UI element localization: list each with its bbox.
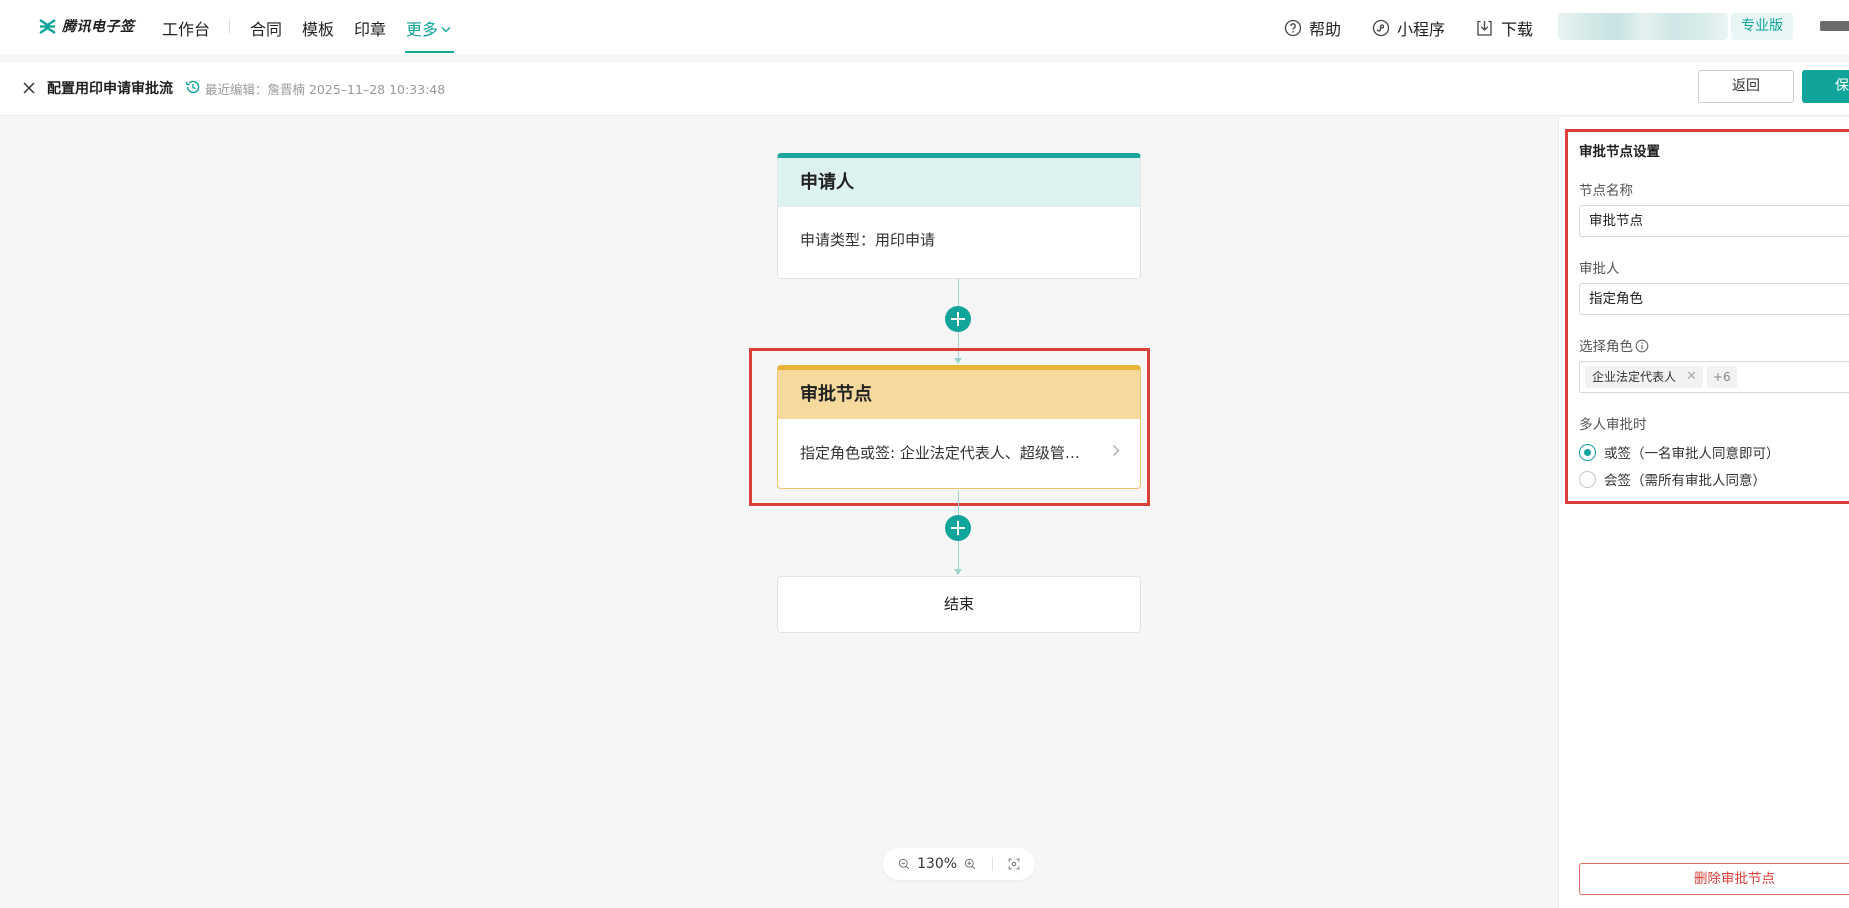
nav-active-indicator bbox=[405, 51, 454, 53]
approval-node-title: 审批节点 bbox=[778, 370, 1140, 419]
nav-more[interactable]: 更多 bbox=[406, 16, 451, 40]
approval-node-body: 指定角色或签: 企业法定代表人、超级管理员 bbox=[778, 419, 1140, 488]
page-header: 配置用印申请审批流 最近编辑：詹晋楠 2025–11–28 10:33:48 返… bbox=[0, 62, 1849, 116]
radio-checked-icon[interactable] bbox=[1579, 443, 1596, 461]
last-edit-info: 最近编辑：詹晋楠 2025–11–28 10:33:48 bbox=[205, 82, 446, 97]
page-title: 配置用印申请审批流 bbox=[47, 81, 173, 97]
close-icon[interactable] bbox=[21, 80, 37, 96]
download-label: 下载 bbox=[1501, 20, 1534, 39]
zoom-in-icon[interactable] bbox=[964, 856, 976, 872]
nav-template[interactable]: 模板 bbox=[302, 16, 334, 40]
role-more-count[interactable]: +6 bbox=[1706, 366, 1737, 388]
nav-more-label: 更多 bbox=[406, 20, 439, 39]
help-label: 帮助 bbox=[1309, 20, 1342, 39]
radio-co-sign[interactable]: 会签（需所有审批人同意） bbox=[1579, 469, 1766, 489]
arrow-down-icon bbox=[954, 358, 962, 364]
download-icon bbox=[1477, 20, 1492, 36]
role-tag-label: 企业法定代表人 bbox=[1592, 370, 1677, 384]
brand-logo[interactable]: 腾讯电子签 bbox=[38, 16, 135, 36]
panel-title: 审批节点设置 bbox=[1579, 144, 1660, 160]
help-icon bbox=[1284, 19, 1302, 37]
add-node-button[interactable] bbox=[945, 306, 971, 332]
save-button[interactable]: 保 bbox=[1802, 70, 1849, 103]
tag-close-icon[interactable]: ✕ bbox=[1686, 366, 1697, 388]
info-icon[interactable] bbox=[1635, 339, 1649, 353]
miniprogram-icon bbox=[1372, 19, 1390, 37]
arrow-down-icon bbox=[954, 569, 962, 575]
chevron-down-icon bbox=[441, 26, 451, 32]
avatar[interactable] bbox=[1820, 21, 1849, 31]
nav-workbench[interactable]: 工作台 bbox=[162, 16, 210, 40]
history-icon bbox=[186, 80, 200, 94]
applicant-node[interactable]: 申请人 申请类型：用印申请 bbox=[777, 153, 1141, 279]
applicant-node-body: 申请类型：用印申请 bbox=[800, 231, 936, 249]
radio-or-sign[interactable]: 或签（一名审批人同意即可） bbox=[1579, 442, 1780, 462]
zoom-level: 130% bbox=[917, 856, 958, 872]
account-name-blurred[interactable] bbox=[1558, 13, 1728, 40]
approver-label: 审批人 bbox=[1579, 261, 1620, 277]
fit-view-icon[interactable] bbox=[1008, 856, 1020, 872]
nav-seal[interactable]: 印章 bbox=[354, 16, 386, 40]
zoom-controls: 130% bbox=[883, 848, 1035, 880]
applicant-node-title: 申请人 bbox=[778, 158, 1140, 207]
node-name-label: 节点名称 bbox=[1579, 183, 1633, 199]
radio-unchecked-icon[interactable] bbox=[1579, 470, 1596, 488]
flow-canvas[interactable]: 申请人 申请类型：用印申请 审批节点 指定角色或签: 企业法定代表人、超级管理员… bbox=[0, 117, 1558, 908]
radio-or-sign-label: 或签（一名审批人同意即可） bbox=[1604, 446, 1780, 462]
multi-approver-label: 多人审批时 bbox=[1579, 417, 1647, 433]
chevron-right-icon bbox=[1113, 445, 1120, 456]
help-link[interactable]: 帮助 bbox=[1284, 16, 1341, 40]
zoom-out-icon[interactable] bbox=[898, 856, 910, 872]
approver-select[interactable]: 指定角色 bbox=[1579, 283, 1849, 315]
logo-text: 腾讯电子签 bbox=[62, 19, 135, 35]
radio-co-sign-label: 会签（需所有审批人同意） bbox=[1604, 473, 1766, 489]
miniprogram-link[interactable]: 小程序 bbox=[1372, 16, 1445, 40]
top-nav-bar: 腾讯电子签 工作台 合同 模板 印章 更多 帮助 小程序 下载 专业版 bbox=[0, 0, 1849, 54]
miniprogram-label: 小程序 bbox=[1397, 20, 1446, 39]
download-link[interactable]: 下载 bbox=[1475, 16, 1533, 40]
end-node: 结束 bbox=[777, 576, 1141, 633]
add-node-button[interactable] bbox=[945, 515, 971, 541]
approval-node-summary: 指定角色或签: 企业法定代表人、超级管理员 bbox=[800, 444, 1095, 462]
back-button[interactable]: 返回 bbox=[1698, 70, 1794, 103]
nav-divider bbox=[229, 19, 230, 34]
delete-node-button[interactable]: 删除审批节点 bbox=[1579, 863, 1849, 895]
role-label: 选择角色 bbox=[1579, 335, 1649, 355]
logo-icon bbox=[39, 18, 56, 34]
zoom-divider bbox=[992, 857, 993, 871]
role-label-text: 选择角色 bbox=[1579, 339, 1633, 355]
node-name-input[interactable]: 审批节点 bbox=[1579, 205, 1849, 237]
approval-node[interactable]: 审批节点 指定角色或签: 企业法定代表人、超级管理员 bbox=[777, 365, 1141, 489]
edition-badge: 专业版 bbox=[1731, 13, 1793, 40]
role-select[interactable]: 企业法定代表人 ✕ +6 bbox=[1579, 361, 1849, 393]
nav-contract[interactable]: 合同 bbox=[250, 16, 282, 40]
role-tag: 企业法定代表人 ✕ bbox=[1585, 366, 1703, 388]
